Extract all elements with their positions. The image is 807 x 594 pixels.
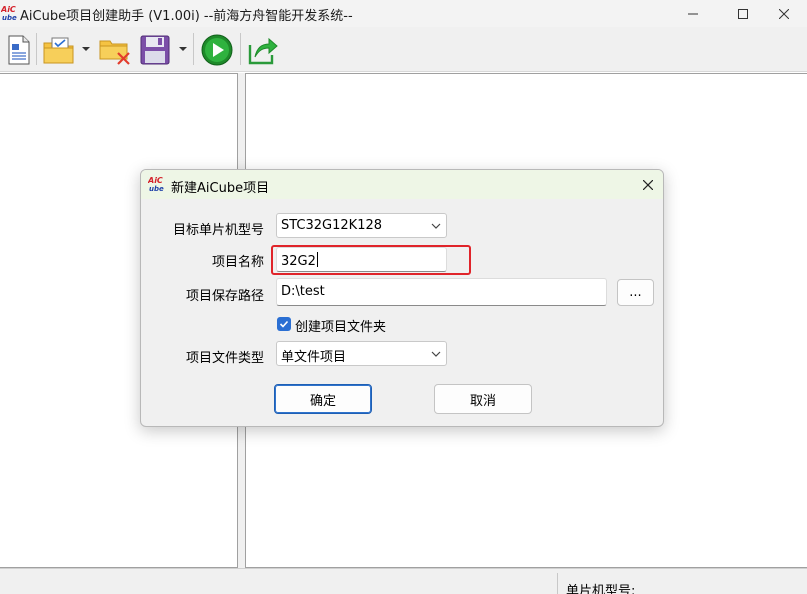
close-project-button[interactable]: [98, 33, 132, 67]
window-title: AiCube项目创建助手 (V1.00i) --前海方舟智能开发系统--: [20, 9, 353, 24]
svg-text:AiC: AiC: [148, 176, 163, 185]
minimize-button[interactable]: [670, 0, 716, 27]
new-document-icon: [8, 35, 30, 65]
checkmark-icon: [279, 320, 289, 328]
close-folder-icon: [99, 40, 130, 65]
dialog-close-button[interactable]: [633, 170, 663, 199]
save-disk-icon: [140, 35, 170, 65]
cancel-button[interactable]: 取消: [434, 384, 532, 414]
export-button[interactable]: [246, 33, 280, 67]
target-mcu-select[interactable]: STC32G12K128: [276, 213, 447, 238]
project-name-label: 项目名称: [211, 255, 264, 270]
save-path-input[interactable]: D:\test: [276, 278, 607, 306]
target-mcu-value: STC32G12K128: [281, 218, 383, 233]
aicube-logo-icon: AiC ube: [148, 176, 164, 193]
dialog-title: 新建AiCube项目: [171, 181, 270, 196]
toolbar-separator: [240, 33, 241, 65]
close-icon: [779, 8, 789, 19]
browse-button[interactable]: ...: [617, 279, 654, 306]
open-project-button[interactable]: [42, 33, 76, 67]
close-window-button[interactable]: [761, 0, 807, 27]
export-arrow-icon: [248, 37, 278, 65]
dialog-title-bar: AiC ube 新建AiCube项目: [141, 170, 663, 199]
toolbar-separator: [36, 33, 37, 65]
run-button[interactable]: [200, 33, 234, 67]
new-project-button[interactable]: [2, 33, 36, 67]
minimize-icon: [688, 13, 698, 14]
create-folder-label: 创建项目文件夹: [295, 320, 387, 335]
save-project-button[interactable]: [138, 33, 172, 67]
file-type-select[interactable]: 单文件项目: [276, 341, 447, 366]
chevron-down-icon[interactable]: [82, 45, 90, 53]
open-folder-icon: [43, 37, 74, 64]
run-play-icon: [201, 34, 233, 66]
save-path-value: D:\test: [281, 284, 325, 299]
target-mcu-label: 目标单片机型号: [172, 223, 264, 238]
chevron-down-icon: [431, 223, 441, 229]
highlight-box: [271, 245, 471, 275]
file-type-value: 单文件项目: [281, 350, 347, 365]
toolbar-separator: [193, 33, 194, 65]
create-folder-checkbox[interactable]: [277, 317, 291, 331]
status-separator: [557, 573, 558, 594]
maximize-icon: [738, 8, 748, 19]
chevron-down-icon: [431, 351, 441, 357]
file-type-label: 项目文件类型: [185, 351, 264, 366]
maximize-button[interactable]: [720, 0, 766, 27]
svg-text:ube: ube: [2, 14, 17, 22]
close-icon: [643, 179, 653, 190]
save-path-label: 项目保存路径: [185, 289, 264, 304]
status-bar: 单片机型号:: [0, 568, 807, 594]
status-mcu-label: 单片机型号:: [566, 584, 636, 594]
svg-text:AiC: AiC: [1, 5, 16, 14]
chevron-down-icon[interactable]: [179, 45, 187, 53]
new-project-dialog: AiC ube 新建AiCube项目 目标单片机型号 STC32G12K128 …: [140, 169, 664, 427]
title-bar: AiC ube AiCube项目创建助手 (V1.00i) --前海方舟智能开发…: [0, 0, 807, 27]
toolbar: [0, 27, 807, 72]
svg-text:ube: ube: [149, 185, 164, 193]
aicube-logo-icon: AiC ube: [1, 5, 17, 22]
ok-button[interactable]: 确定: [274, 384, 372, 414]
